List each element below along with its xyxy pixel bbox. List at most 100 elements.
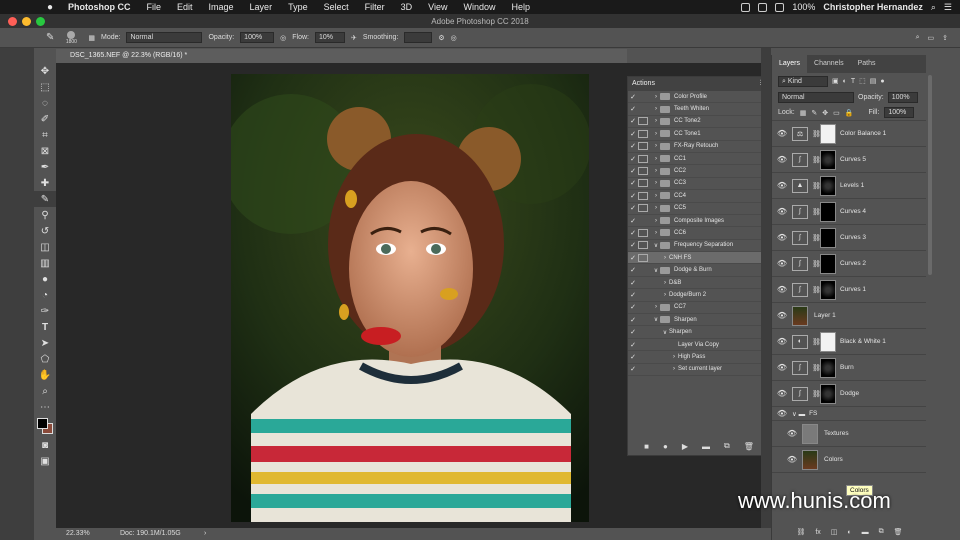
layer-row[interactable]: 👁 ▲ ⛓ Levels 1 <box>772 173 926 199</box>
zoom-window-button[interactable] <box>36 17 45 26</box>
filter-pixel-icon[interactable]: ▣ <box>832 77 839 85</box>
tab-paths[interactable]: Paths <box>851 55 883 73</box>
action-toggle-checkbox[interactable]: ✓ <box>628 142 638 150</box>
lock-paint-icon[interactable]: ✎ <box>811 109 817 117</box>
action-row[interactable]: ✓ › High Pass <box>628 351 770 364</box>
dialog-toggle-icon[interactable] <box>638 341 648 349</box>
history-brush-tool-icon[interactable]: ↺ <box>34 223 56 239</box>
menu-view[interactable]: View <box>420 2 455 12</box>
action-toggle-checkbox[interactable]: ✓ <box>628 341 638 349</box>
dialog-toggle-icon[interactable] <box>638 241 648 250</box>
apple-icon[interactable]: ● <box>40 2 60 13</box>
share-icon[interactable]: ⇪ <box>942 34 948 42</box>
action-row[interactable]: ✓ › Teeth Whiten <box>628 103 770 116</box>
action-row[interactable]: ✓ ∨ Frequency Separation <box>628 240 770 253</box>
dialog-toggle-icon[interactable] <box>638 353 648 361</box>
battery-level[interactable]: 100% <box>792 2 815 12</box>
menu-filter[interactable]: Filter <box>357 2 393 12</box>
chevron-right-icon[interactable]: › <box>652 180 660 186</box>
layer-row[interactable]: 👁 Textures <box>772 421 926 447</box>
layer-mask-thumbnail[interactable] <box>820 227 836 248</box>
zoom-level[interactable]: 22.33% <box>66 528 90 540</box>
dialog-toggle-icon[interactable] <box>638 266 648 274</box>
dialog-toggle-icon[interactable] <box>638 253 648 262</box>
action-row[interactable]: ✓ › CC1 <box>628 153 770 166</box>
action-row[interactable]: ✓ ∨ Sharpen <box>628 314 770 327</box>
type-tool-icon[interactable]: T <box>34 319 56 335</box>
filter-adjust-icon[interactable]: ◐ <box>843 78 847 85</box>
filter-kind-select[interactable]: ⌕ Kind <box>778 75 828 87</box>
action-row[interactable]: ✓ › CC6 <box>628 227 770 240</box>
dialog-toggle-icon[interactable] <box>638 129 648 138</box>
status-arrow-icon[interactable]: › <box>204 528 206 540</box>
dialog-toggle-icon[interactable] <box>638 142 648 151</box>
screen-mode-icon[interactable]: ▣ <box>34 453 56 469</box>
close-window-button[interactable] <box>8 17 17 26</box>
actions-panel-title[interactable]: Actions <box>632 80 655 87</box>
layer-mask-thumbnail[interactable] <box>820 253 836 274</box>
layer-mask-thumbnail[interactable] <box>820 175 836 196</box>
scrollbar-thumb[interactable] <box>928 75 932 275</box>
mask-link-icon[interactable]: ⛓ <box>812 234 821 242</box>
visibility-eye-icon[interactable]: 👁 <box>782 455 802 464</box>
visibility-eye-icon[interactable]: 👁 <box>772 337 792 346</box>
chevron-right-icon[interactable]: › <box>652 205 660 211</box>
dialog-toggle-icon[interactable] <box>638 228 648 237</box>
action-row[interactable]: ✓ › CC7 <box>628 302 770 315</box>
layer-row[interactable]: 👁 ∫ ⛓ Curves 2 <box>772 251 926 277</box>
layer-row[interactable]: 👁 ∫ ⛓ Burn <box>772 355 926 381</box>
action-toggle-checkbox[interactable]: ✓ <box>628 179 638 187</box>
dialog-toggle-icon[interactable] <box>638 365 648 373</box>
layer-mask-thumbnail[interactable] <box>820 149 836 170</box>
filter-toggle-icon[interactable]: ● <box>880 78 884 85</box>
chevron-right-icon[interactable]: › <box>670 366 678 372</box>
action-row[interactable]: ✓ › CC Tone1 <box>628 128 770 141</box>
marquee-tool-icon[interactable]: ⬚ <box>34 79 56 95</box>
frame-tool-icon[interactable]: ⊠ <box>34 143 56 159</box>
new-adjustment-icon[interactable]: ◐ <box>847 529 851 536</box>
shape-tool-icon[interactable]: ⬠ <box>34 351 56 367</box>
chevron-right-icon[interactable]: › <box>652 168 660 174</box>
layer-row[interactable]: 👁 ∫ ⛓ Curves 1 <box>772 277 926 303</box>
delete-layer-icon[interactable]: 🗑 <box>894 528 903 536</box>
filter-smart-icon[interactable]: ▤ <box>870 77 877 85</box>
play-icon[interactable]: ▶ <box>682 442 688 451</box>
add-mask-icon[interactable]: ◫ <box>831 528 838 536</box>
smoothing-gear-icon[interactable]: ⚙ <box>438 34 444 42</box>
mask-link-icon[interactable]: ⛓ <box>812 182 821 190</box>
actions-panel-header[interactable]: Actions ☰ <box>628 77 770 91</box>
chevron-right-icon[interactable]: › <box>661 280 669 286</box>
layer-mask-thumbnail[interactable] <box>820 279 836 300</box>
delete-icon[interactable]: 🗑 <box>744 442 754 451</box>
mask-link-icon[interactable]: ⛓ <box>812 260 821 268</box>
action-row[interactable]: ✓ › Composite Images <box>628 215 770 228</box>
action-toggle-checkbox[interactable]: ✓ <box>628 241 638 249</box>
visibility-eye-icon[interactable]: 👁 <box>772 285 792 294</box>
action-row[interactable]: ✓ › CC3 <box>628 178 770 191</box>
lock-artboard-icon[interactable]: ▭ <box>833 109 840 117</box>
action-toggle-checkbox[interactable]: ✓ <box>628 117 638 125</box>
menu-select[interactable]: Select <box>316 2 357 12</box>
chevron-right-icon[interactable]: › <box>652 193 660 199</box>
layer-row[interactable]: 👁 Colors <box>772 447 926 473</box>
brush-tool-icon[interactable]: ✎ <box>46 32 54 43</box>
visibility-eye-icon[interactable]: 👁 <box>772 181 792 190</box>
chevron-right-icon[interactable]: › <box>670 354 678 360</box>
dialog-toggle-icon[interactable] <box>638 204 648 213</box>
menu-extra-icon[interactable]: ☰ <box>944 2 952 13</box>
dialog-toggle-icon[interactable] <box>638 316 648 324</box>
action-toggle-checkbox[interactable]: ✓ <box>628 204 638 212</box>
dialog-toggle-icon[interactable] <box>638 167 648 176</box>
chevron-down-icon[interactable]: ∨ <box>652 267 660 274</box>
visibility-eye-icon[interactable]: 👁 <box>772 129 792 138</box>
pressure-opacity-icon[interactable]: ◎ <box>280 34 286 42</box>
dialog-toggle-icon[interactable] <box>638 328 648 336</box>
action-toggle-checkbox[interactable]: ✓ <box>628 130 638 138</box>
fill-field[interactable]: 100% <box>884 107 915 118</box>
action-row[interactable]: ✓ › CNH FS <box>628 252 770 265</box>
chevron-down-icon[interactable]: ∨ <box>661 329 669 336</box>
new-set-icon[interactable]: ▬ <box>702 442 710 451</box>
action-row[interactable]: ✓ › CC5 <box>628 203 770 215</box>
action-toggle-checkbox[interactable]: ✓ <box>628 155 638 163</box>
document-photo[interactable] <box>231 74 589 522</box>
